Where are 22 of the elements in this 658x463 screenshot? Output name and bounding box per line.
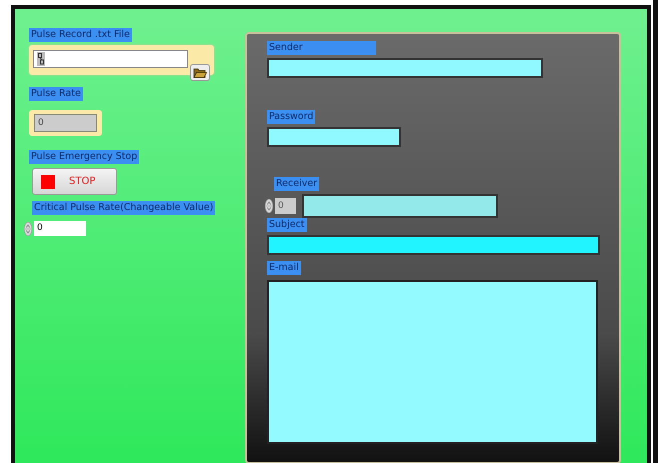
field-label: Password <box>267 110 316 124</box>
text-field[interactable] <box>302 194 498 218</box>
index-field[interactable]: 0 <box>275 198 296 214</box>
field-label: E-mail <box>267 261 301 275</box>
numeric-field[interactable]: 0 <box>34 221 86 236</box>
stop-button[interactable]: STOP <box>32 168 117 195</box>
spinner-icon[interactable] <box>265 199 273 213</box>
text-field[interactable] <box>267 127 401 147</box>
path-icon <box>37 52 45 66</box>
text-area[interactable] <box>267 280 598 444</box>
field-label: Critical Pulse Rate(Changeable Value) <box>32 201 216 215</box>
field-label: Pulse Rate <box>29 87 83 101</box>
folder-icon[interactable] <box>190 64 210 81</box>
button-label: Pulse Emergency Stop <box>29 150 140 164</box>
field-label: Sender <box>267 41 376 55</box>
text-field[interactable] <box>267 58 543 78</box>
field-label: Subject <box>267 218 307 232</box>
field-label: Receiver <box>274 177 320 191</box>
field-label: Pulse Record .txt File <box>29 28 132 42</box>
text-field[interactable] <box>267 235 600 255</box>
spinner-icon[interactable] <box>24 222 32 236</box>
numeric-indicator: 0 <box>34 114 97 132</box>
